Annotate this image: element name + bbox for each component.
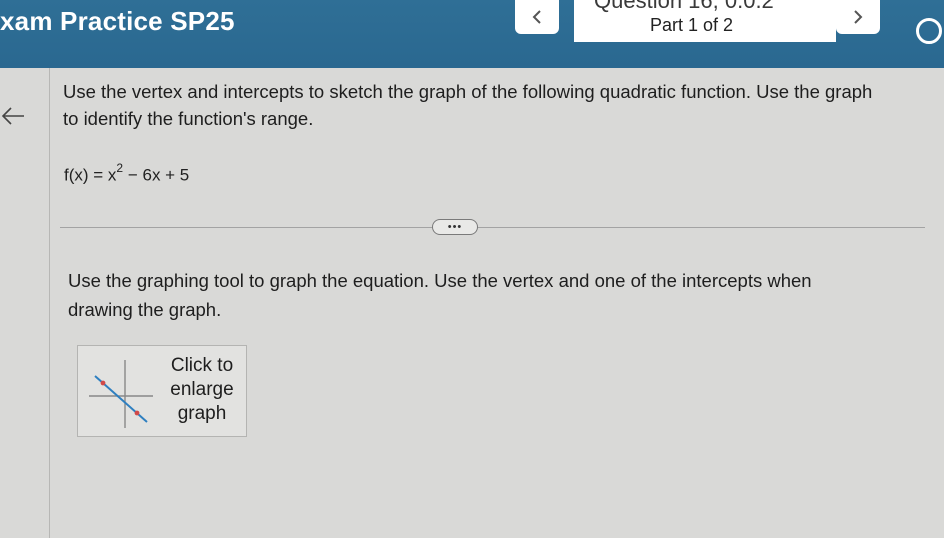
function-exponent: 2 <box>116 161 124 175</box>
circle-icon[interactable] <box>916 18 942 44</box>
graphing-instructions: Use the graphing tool to graph the equat… <box>68 270 812 320</box>
graph-thumbnail-icon <box>89 360 153 428</box>
enlarge-graph-button[interactable]: Click to enlarge graph <box>77 345 247 437</box>
function-expression: f(x) = x2 − 6x + 5 <box>64 161 190 186</box>
left-divider <box>49 68 50 538</box>
app-title: xam Practice SP25 <box>0 6 235 36</box>
next-question-button[interactable] <box>836 0 880 34</box>
chevron-left-icon <box>532 10 541 24</box>
function-rhs: − 6x + 5 <box>123 165 190 185</box>
enlarge-graph-label: Click to enlarge graph <box>170 355 234 424</box>
question-indicator: Question 16, 0.0.2 Part 1 of 2 <box>574 0 836 42</box>
arrow-left-icon[interactable] <box>0 104 26 128</box>
question-instructions: Use the vertex and intercepts to sketch … <box>63 81 873 129</box>
show-more-button[interactable]: ••• <box>432 219 478 235</box>
previous-question-button[interactable] <box>515 0 559 34</box>
divider-line <box>60 227 925 228</box>
question-number-label: Question 16, 0.0.2 <box>594 0 774 13</box>
chevron-right-icon <box>854 10 863 24</box>
section-divider: ••• <box>60 219 925 235</box>
part-label: Part 1 of 2 <box>650 15 734 35</box>
top-header: xam Practice SP25 Question 16, 0.0.2 Par… <box>0 0 944 68</box>
function-lhs: f(x) = x <box>64 165 117 185</box>
